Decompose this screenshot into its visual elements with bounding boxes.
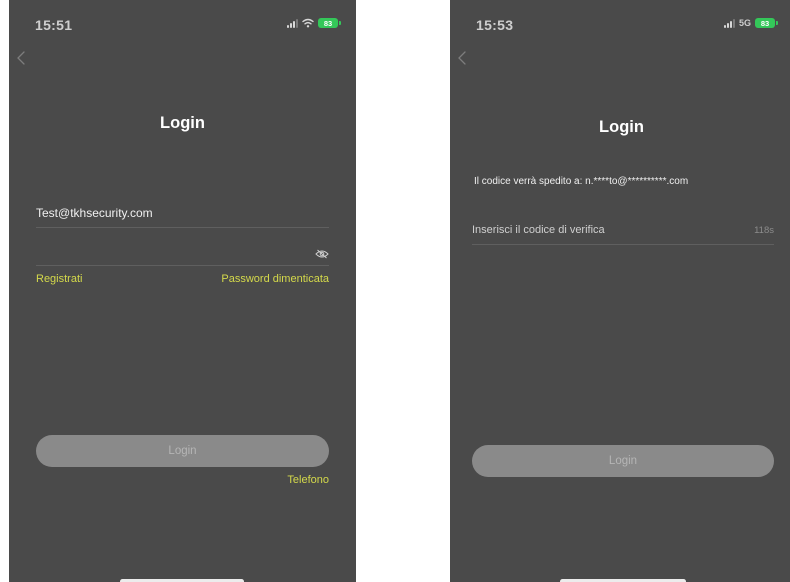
- login-screen-email: 15:51 83 Login Registrati Password dimen…: [9, 0, 356, 582]
- page-title: Login: [160, 114, 205, 132]
- verification-code-field[interactable]: 118s: [472, 216, 774, 245]
- login-screen-verification: 15:53 5G 83 Login Il codice verrà spedit…: [450, 0, 790, 582]
- network-label: 5G: [738, 18, 751, 28]
- register-link[interactable]: Registrati: [36, 273, 82, 285]
- wifi-icon: [302, 18, 314, 28]
- battery-icon: 83: [755, 18, 778, 28]
- signal-icon: [723, 18, 735, 28]
- status-time: 15:51: [35, 17, 73, 33]
- signal-icon: [287, 18, 298, 28]
- code-sent-info: Il codice verrà spedito a: n.****to@****…: [474, 176, 689, 187]
- back-chevron-icon[interactable]: [455, 49, 469, 67]
- forgot-password-link[interactable]: Password dimenticata: [221, 273, 329, 285]
- resend-countdown: 118s: [754, 225, 774, 236]
- status-indicators: 5G 83: [723, 18, 778, 28]
- phone-login-link[interactable]: Telefono: [287, 474, 329, 486]
- page-title: Login: [599, 118, 644, 136]
- battery-icon: 83: [318, 18, 341, 28]
- email-input[interactable]: [36, 206, 286, 220]
- password-field[interactable]: [36, 237, 329, 266]
- email-field[interactable]: [36, 199, 329, 228]
- status-indicators: 83: [287, 18, 341, 28]
- status-time: 15:53: [476, 17, 514, 33]
- login-button[interactable]: Login: [472, 445, 774, 477]
- status-bar: 15:53 5G 83: [450, 0, 790, 48]
- password-input[interactable]: [36, 244, 286, 258]
- login-button[interactable]: Login: [36, 435, 329, 467]
- status-bar: 15:51 83: [9, 0, 356, 48]
- eye-slash-icon[interactable]: [315, 249, 329, 259]
- back-chevron-icon[interactable]: [14, 49, 28, 67]
- verification-code-input[interactable]: [472, 224, 729, 236]
